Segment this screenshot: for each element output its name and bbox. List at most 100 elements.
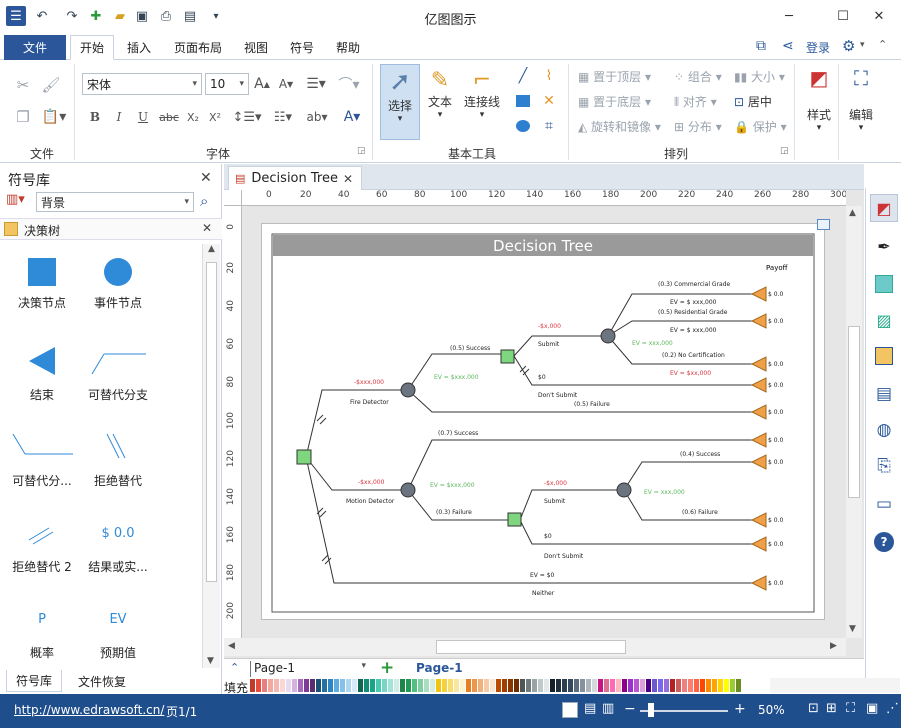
- tab-home[interactable]: 开始: [70, 35, 114, 60]
- color-swatch[interactable]: [280, 679, 285, 692]
- scroll-down-icon[interactable]: ▼: [849, 624, 856, 634]
- color-swatch[interactable]: [652, 679, 657, 692]
- library-shape-outcome[interactable]: $ 0.0 结果或实...: [78, 516, 158, 604]
- page-select[interactable]: Page-1 ▾: [250, 661, 370, 677]
- color-swatch[interactable]: [250, 679, 255, 692]
- superscript-button[interactable]: X²: [206, 106, 224, 128]
- send-to-back-button[interactable]: ▦ 置于底层 ▾: [578, 93, 651, 110]
- color-swatch[interactable]: [640, 679, 645, 692]
- color-swatch[interactable]: [430, 679, 435, 692]
- color-swatch[interactable]: [370, 679, 375, 692]
- page-panel-icon[interactable]: ▤: [870, 380, 898, 408]
- collapse-ribbon-icon[interactable]: ⌃: [878, 38, 887, 51]
- paste-icon[interactable]: 📋▾: [40, 106, 68, 128]
- color-swatch[interactable]: [682, 679, 687, 692]
- chance-node-submit2[interactable]: [616, 482, 632, 498]
- select-tool-button[interactable]: ➚ 选择 ▾: [380, 64, 420, 140]
- color-swatch[interactable]: [268, 679, 273, 692]
- color-swatch[interactable]: [520, 679, 525, 692]
- active-page-tab[interactable]: Page-1: [416, 661, 463, 675]
- color-swatch[interactable]: [448, 679, 453, 692]
- color-swatch[interactable]: [508, 679, 513, 692]
- arc-tool-icon[interactable]: ⌇: [538, 66, 560, 86]
- normal-view-icon[interactable]: [562, 702, 578, 718]
- library-shape-chance-node[interactable]: 事件节点: [78, 258, 158, 346]
- color-swatch[interactable]: [586, 679, 591, 692]
- library-scrollbar[interactable]: ▲ ▼: [202, 244, 220, 668]
- color-swatch[interactable]: [532, 679, 537, 692]
- library-search-input[interactable]: 背景 ▾: [36, 192, 194, 212]
- protect-button[interactable]: 🔒 保护 ▾: [734, 118, 787, 135]
- color-swatch[interactable]: [568, 679, 573, 692]
- root-decision-node[interactable]: [296, 449, 312, 465]
- settings-gear-icon[interactable]: ⚙: [842, 37, 855, 55]
- tab-file[interactable]: 文件: [4, 35, 66, 60]
- decision-node-fire[interactable]: [500, 349, 515, 364]
- library-shape-probability[interactable]: P 概率: [2, 602, 82, 668]
- shrink-font-icon[interactable]: A ▼: [276, 73, 296, 95]
- color-swatch[interactable]: [658, 679, 663, 692]
- fill-panel-icon[interactable]: ◩: [870, 194, 898, 222]
- collapse-up-icon[interactable]: ⌃: [230, 661, 239, 674]
- color-swatch[interactable]: [688, 679, 693, 692]
- chance-node-motion[interactable]: [400, 482, 416, 498]
- font-size-select[interactable]: 10 ▾: [205, 73, 249, 95]
- color-swatch[interactable]: [388, 679, 393, 692]
- font-name-select[interactable]: 宋体 ▾: [82, 73, 202, 95]
- color-swatch[interactable]: [526, 679, 531, 692]
- color-swatch[interactable]: [262, 679, 267, 692]
- library-shape-end-node[interactable]: 结束: [2, 344, 82, 432]
- color-swatch[interactable]: [736, 679, 741, 692]
- fit-width-icon[interactable]: ⊞: [826, 701, 837, 716]
- library-section-header[interactable]: 决策树 ✕: [0, 218, 222, 240]
- color-swatch[interactable]: [616, 679, 621, 692]
- color-swatch[interactable]: [724, 679, 729, 692]
- highlight-color-icon[interactable]: ab▾: [302, 106, 332, 128]
- color-swatch[interactable]: [604, 679, 609, 692]
- color-swatch[interactable]: [556, 679, 561, 692]
- close-tab-icon[interactable]: ✕: [343, 172, 353, 186]
- color-swatch[interactable]: [694, 679, 699, 692]
- color-swatch[interactable]: [478, 679, 483, 692]
- presentation-icon[interactable]: ▣: [866, 701, 878, 716]
- edit-button[interactable]: ⛶ 编辑 ▾: [842, 66, 880, 146]
- grow-font-icon[interactable]: A ▲: [252, 73, 272, 95]
- scroll-up-icon[interactable]: ▲: [849, 208, 856, 218]
- color-swatch[interactable]: [538, 679, 543, 692]
- full-screen-icon[interactable]: ⛶: [846, 701, 855, 716]
- color-swatch[interactable]: [310, 679, 315, 692]
- library-shape-reject-alt[interactable]: 拒绝替代: [78, 430, 158, 518]
- align-button[interactable]: ⫴ 对齐 ▾: [674, 93, 717, 110]
- color-swatch[interactable]: [340, 679, 345, 692]
- color-swatch[interactable]: [550, 679, 555, 692]
- color-swatch[interactable]: [346, 679, 351, 692]
- library-shape-expected-value[interactable]: EV 预期值: [78, 602, 158, 668]
- color-swatch[interactable]: [454, 679, 459, 692]
- color-swatch[interactable]: [706, 679, 711, 692]
- cross-tool-icon[interactable]: ✕: [538, 91, 560, 111]
- scroll-thumb[interactable]: [848, 326, 860, 498]
- scroll-down-icon[interactable]: ▼: [207, 656, 214, 666]
- website-link[interactable]: http://www.edrawsoft.cn/: [14, 703, 164, 717]
- italic-button[interactable]: I: [110, 106, 128, 128]
- color-swatch[interactable]: [502, 679, 507, 692]
- shadow-panel-icon[interactable]: [870, 270, 898, 298]
- color-swatch[interactable]: [274, 679, 279, 692]
- copy-icon[interactable]: ❐: [12, 106, 34, 128]
- scroll-right-icon[interactable]: ▶: [830, 641, 837, 651]
- subscript-button[interactable]: X₂: [184, 106, 202, 128]
- drawing-page[interactable]: Decision Tree Payoff $ 0.0 $ 0.0 $ 0.0 $…: [261, 223, 825, 620]
- share-icon[interactable]: ⧉: [756, 38, 766, 54]
- color-swatch[interactable]: [700, 679, 705, 692]
- color-swatch[interactable]: [442, 679, 447, 692]
- color-swatch[interactable]: [598, 679, 603, 692]
- page-options-icon[interactable]: [817, 219, 830, 230]
- arrange-dialog-launcher-icon[interactable]: ◲: [780, 146, 789, 156]
- color-swatch[interactable]: [466, 679, 471, 692]
- library-shape-decision-node[interactable]: 决策节点: [2, 258, 82, 346]
- color-swatch[interactable]: [712, 679, 717, 692]
- color-swatch[interactable]: [646, 679, 651, 692]
- center-button[interactable]: ⊡ 居中: [734, 93, 772, 110]
- align-text-icon[interactable]: ☰▾: [302, 73, 330, 95]
- comment-panel-icon[interactable]: ▭: [870, 490, 898, 518]
